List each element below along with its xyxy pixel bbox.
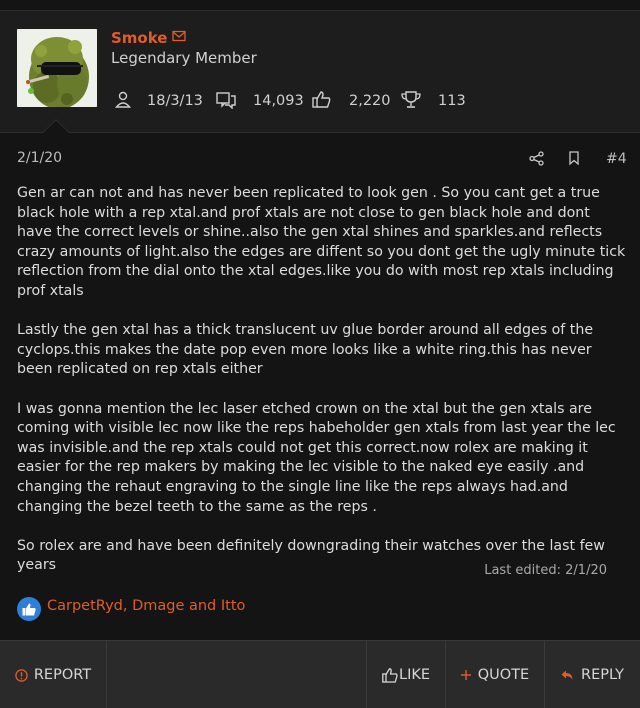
footer-divider bbox=[106, 641, 107, 708]
like-label: LIKE bbox=[398, 667, 431, 683]
post-paragraph: Lastly the gen xtal has a thick transluc… bbox=[17, 322, 594, 378]
report-label: REPORT bbox=[33, 667, 92, 683]
bookmark-icon[interactable] bbox=[568, 151, 580, 166]
post-paragraph: Gen ar can not and has never been replic… bbox=[17, 185, 626, 299]
trophy-icon bbox=[401, 91, 421, 108]
thumbs-up-icon bbox=[312, 91, 331, 108]
like-reaction-icon bbox=[17, 597, 41, 621]
reply-button[interactable]: REPLY bbox=[545, 641, 640, 708]
thumbs-up-icon bbox=[382, 667, 398, 683]
avatar[interactable] bbox=[17, 29, 97, 107]
plus-icon bbox=[460, 670, 471, 680]
post-body: Gen ar can not and has never been replic… bbox=[17, 184, 627, 595]
username-link[interactable]: Smoke bbox=[111, 29, 167, 47]
mail-icon[interactable] bbox=[172, 30, 186, 42]
quote-label: QUOTE bbox=[477, 667, 530, 683]
report-button[interactable]: REPORT bbox=[0, 641, 106, 708]
post-paragraph: I was gonna mention the lec laser etched… bbox=[17, 400, 616, 515]
reply-arrow-icon bbox=[561, 670, 573, 680]
post-number[interactable]: #4 bbox=[606, 151, 627, 167]
post-action-bar: REPORT LIKE QUOTE REPLY bbox=[0, 640, 640, 708]
user-title: Legendary Member bbox=[111, 49, 257, 67]
like-button[interactable]: LIKE bbox=[367, 641, 445, 708]
user-info-block: Smoke Legendary Member 18/3/13 14,093 2,… bbox=[0, 11, 640, 132]
joined-date: 18/3/13 bbox=[147, 93, 203, 109]
reaction-score: 2,220 bbox=[349, 93, 391, 109]
speech-pointer bbox=[42, 117, 70, 133]
messages-icon bbox=[216, 92, 236, 109]
message-count: 14,093 bbox=[253, 93, 304, 109]
user-icon bbox=[115, 91, 131, 108]
warning-icon bbox=[15, 668, 28, 682]
user-block-divider bbox=[0, 132, 640, 133]
quote-button[interactable]: QUOTE bbox=[446, 641, 544, 708]
reply-label: REPLY bbox=[581, 667, 624, 683]
share-icon[interactable] bbox=[529, 151, 544, 166]
trophy-points: 113 bbox=[438, 93, 466, 109]
reaction-users-link[interactable]: CarpetRyd, Dmage and Itto bbox=[47, 598, 245, 614]
post-date[interactable]: 2/1/20 bbox=[17, 150, 62, 166]
last-edited: Last edited: 2/1/20 bbox=[484, 563, 607, 578]
